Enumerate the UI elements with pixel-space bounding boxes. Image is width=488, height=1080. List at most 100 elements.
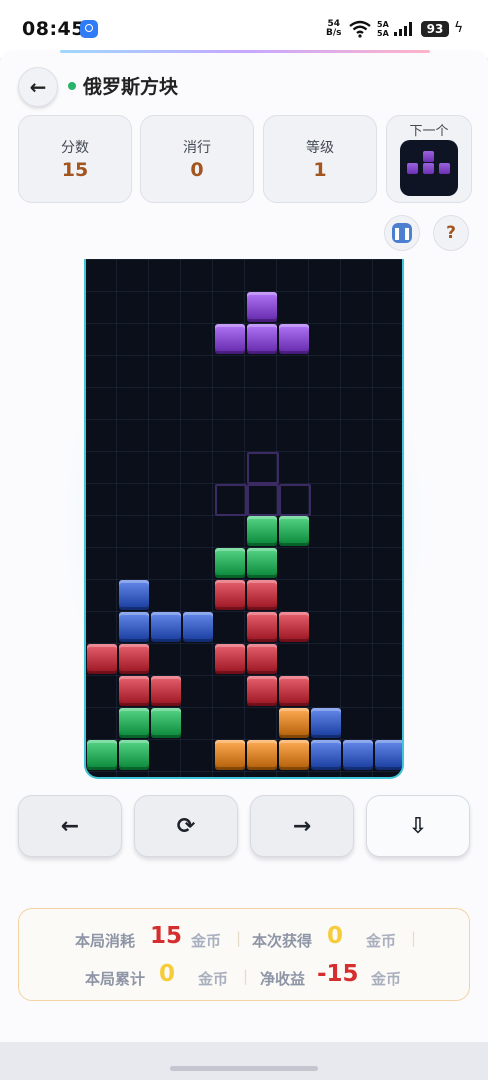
locked-cell — [215, 644, 245, 674]
active-piece-cell — [279, 324, 309, 354]
level-value: 1 — [313, 159, 327, 181]
pause-icon: ❚❚ — [392, 223, 412, 243]
lines-label: 消行 — [183, 140, 211, 156]
locked-cell — [311, 708, 341, 738]
move-left-button[interactable]: ← — [18, 795, 122, 857]
locked-cell — [119, 612, 149, 642]
locked-cell — [119, 740, 149, 770]
locked-cell — [247, 516, 277, 546]
score-value: 15 — [61, 159, 89, 181]
divider: | — [236, 929, 242, 947]
next-piece-label: 下一个 — [409, 124, 449, 139]
help-button[interactable]: ? — [433, 215, 469, 251]
cost-label: 本局消耗 — [75, 932, 136, 950]
arrow-right-icon: → — [292, 813, 312, 839]
next-piece-cell — [423, 151, 434, 162]
level-card: 等级 1 — [263, 115, 377, 203]
locked-cell — [279, 612, 309, 642]
total-unit: 金币 — [198, 970, 229, 988]
network-speed: 54 B/s — [326, 20, 342, 38]
locked-cell — [215, 740, 245, 770]
locked-cell — [87, 740, 117, 770]
next-piece-cell — [423, 163, 434, 174]
arrow-left-icon: ← — [60, 813, 80, 839]
locked-cell — [215, 548, 245, 578]
locked-cell — [247, 740, 277, 770]
wifi-icon — [349, 20, 371, 38]
game-board[interactable] — [84, 259, 404, 779]
locked-cell — [119, 580, 149, 610]
coin-row-1: 本局消耗 15 金币 | 本次获得 0 金币 | — [19, 921, 471, 961]
locked-cell — [279, 740, 309, 770]
ghost-cell — [215, 484, 247, 516]
gain-value: 0 — [327, 923, 344, 949]
back-button[interactable]: ← — [18, 67, 58, 107]
divider: | — [243, 967, 249, 985]
ghost-cell — [279, 484, 311, 516]
ghost-cell — [247, 484, 279, 516]
lines-card: 消行 0 — [140, 115, 254, 203]
locked-cell — [215, 580, 245, 610]
locked-cell — [343, 740, 373, 770]
drop-button[interactable]: ⇩ — [366, 795, 470, 857]
home-indicator[interactable] — [170, 1066, 318, 1071]
locked-cell — [247, 548, 277, 578]
arrow-down-icon: ⇩ — [408, 813, 428, 839]
arrow-left-icon: ← — [29, 75, 47, 99]
locked-cell — [375, 740, 402, 770]
divider: | — [411, 929, 417, 947]
cost-unit: 金币 — [191, 932, 222, 950]
rotate-button[interactable]: ⟳ — [134, 795, 238, 857]
bottom-area — [0, 1042, 488, 1080]
rotate-icon: ⟳ — [176, 813, 196, 839]
next-piece-card: 下一个 — [386, 115, 472, 203]
signal-label-top: 5A — [377, 20, 389, 29]
locked-cell — [247, 676, 277, 706]
charging-icon: ϟ — [454, 20, 464, 36]
next-piece-cell — [407, 163, 418, 174]
gain-unit: 金币 — [366, 932, 397, 950]
locked-cell — [311, 740, 341, 770]
score-label: 分数 — [61, 140, 89, 156]
coin-summary-panel: 本局消耗 15 金币 | 本次获得 0 金币 | 本局累计 0 金币 | 净收益… — [18, 908, 470, 1001]
active-piece-cell — [215, 324, 245, 354]
next-piece-preview — [400, 140, 458, 196]
cost-value: 15 — [150, 923, 183, 949]
coin-row-2: 本局累计 0 金币 | 净收益 -15 金币 — [19, 959, 471, 999]
net-unit: 金币 — [371, 970, 402, 988]
locked-cell — [279, 676, 309, 706]
signal-icon — [394, 22, 412, 36]
network-speed-unit: B/s — [326, 28, 342, 38]
locked-cell — [87, 644, 117, 674]
signal-label: 5A 5A — [377, 20, 389, 38]
locked-cell — [119, 708, 149, 738]
active-piece-cell — [247, 292, 277, 322]
gain-label: 本次获得 — [252, 932, 313, 950]
app-notification-icon — [80, 20, 98, 38]
active-piece-cell — [247, 324, 277, 354]
net-value: -15 — [317, 961, 359, 987]
total-value: 0 — [159, 961, 176, 987]
next-piece-cell — [439, 163, 450, 174]
net-label: 净收益 — [260, 970, 306, 988]
pause-button[interactable]: ❚❚ — [384, 215, 420, 251]
locked-cell — [247, 644, 277, 674]
signal-label-bottom: 5A — [377, 29, 389, 38]
locked-cell — [151, 676, 181, 706]
locked-cell — [119, 676, 149, 706]
locked-cell — [247, 612, 277, 642]
battery-icon: 93 — [421, 21, 449, 37]
lines-value: 0 — [190, 159, 204, 181]
help-icon: ? — [446, 223, 456, 243]
locked-cell — [151, 612, 181, 642]
locked-cell — [151, 708, 181, 738]
page-title: 俄罗斯方块 — [83, 76, 179, 98]
locked-cell — [119, 644, 149, 674]
header-accent-line — [60, 50, 430, 53]
move-right-button[interactable]: → — [250, 795, 354, 857]
locked-cell — [247, 580, 277, 610]
status-dot-icon — [68, 82, 76, 90]
locked-cell — [183, 612, 213, 642]
locked-cell — [279, 516, 309, 546]
level-label: 等级 — [306, 140, 334, 156]
